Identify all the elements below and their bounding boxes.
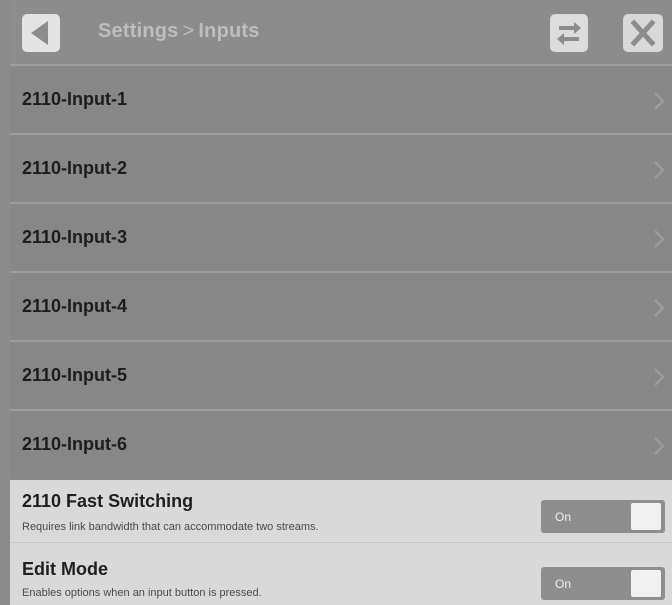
- header-bar: Settings > Inputs: [10, 0, 672, 66]
- input-row-5[interactable]: 2110-Input-5: [10, 342, 672, 411]
- breadcrumb-separator: >: [182, 20, 195, 42]
- input-row-1[interactable]: 2110-Input-1: [10, 66, 672, 135]
- close-button[interactable]: [623, 14, 663, 52]
- swap-icon: [557, 22, 581, 45]
- setting-title: Edit Mode: [22, 559, 108, 579]
- input-label: 2110-Input-6: [22, 434, 128, 454]
- back-arrow-icon: [31, 21, 48, 45]
- input-label: 2110-Input-5: [22, 365, 128, 385]
- input-row-3[interactable]: 2110-Input-3: [10, 204, 672, 273]
- input-row-4[interactable]: 2110-Input-4: [10, 273, 672, 342]
- edit-mode-toggle[interactable]: On: [541, 567, 665, 600]
- fast-switching-setting: 2110 Fast Switching Requires link bandwi…: [10, 480, 672, 543]
- chevron-right-icon: [654, 299, 665, 317]
- setting-title: 2110 Fast Switching: [22, 491, 194, 511]
- chevron-right-icon: [654, 230, 665, 248]
- edit-mode-setting: Edit Mode Enables options when an input …: [10, 543, 672, 605]
- chevron-right-icon: [654, 368, 665, 386]
- toggle-state-label: On: [555, 510, 572, 524]
- setting-description: Enables options when an input button is …: [22, 587, 262, 599]
- back-button[interactable]: [22, 14, 60, 52]
- fast-switching-toggle[interactable]: On: [541, 500, 665, 533]
- input-list: 2110-Input-1 2110-Input-2 2110-Input-3 2…: [10, 66, 672, 479]
- inputs-settings-screen: Settings > Inputs 2110-Input-1 2110-Input-…: [0, 0, 672, 605]
- chevron-right-icon: [654, 161, 665, 179]
- chevron-right-icon: [654, 92, 665, 110]
- toggle-knob: [631, 503, 661, 530]
- breadcrumb-current: Inputs: [198, 20, 260, 42]
- input-label: 2110-Input-4: [22, 296, 128, 316]
- toggle-state-label: On: [555, 577, 572, 591]
- chevron-right-icon: [654, 437, 665, 455]
- input-label: 2110-Input-3: [22, 227, 128, 247]
- toggle-knob: [631, 570, 661, 597]
- settings-panel: 2110 Fast Switching Requires link bandwi…: [10, 480, 672, 605]
- page-title: Settings > Inputs: [98, 20, 260, 43]
- input-row-2[interactable]: 2110-Input-2: [10, 135, 672, 204]
- input-label: 2110-Input-2: [22, 158, 128, 178]
- input-row-6[interactable]: 2110-Input-6: [10, 411, 672, 479]
- close-icon: [630, 19, 656, 47]
- swap-button[interactable]: [550, 14, 588, 52]
- input-label: 2110-Input-1: [22, 89, 128, 109]
- setting-description: Requires link bandwidth that can accommo…: [22, 521, 319, 533]
- breadcrumb-parent[interactable]: Settings: [98, 20, 179, 42]
